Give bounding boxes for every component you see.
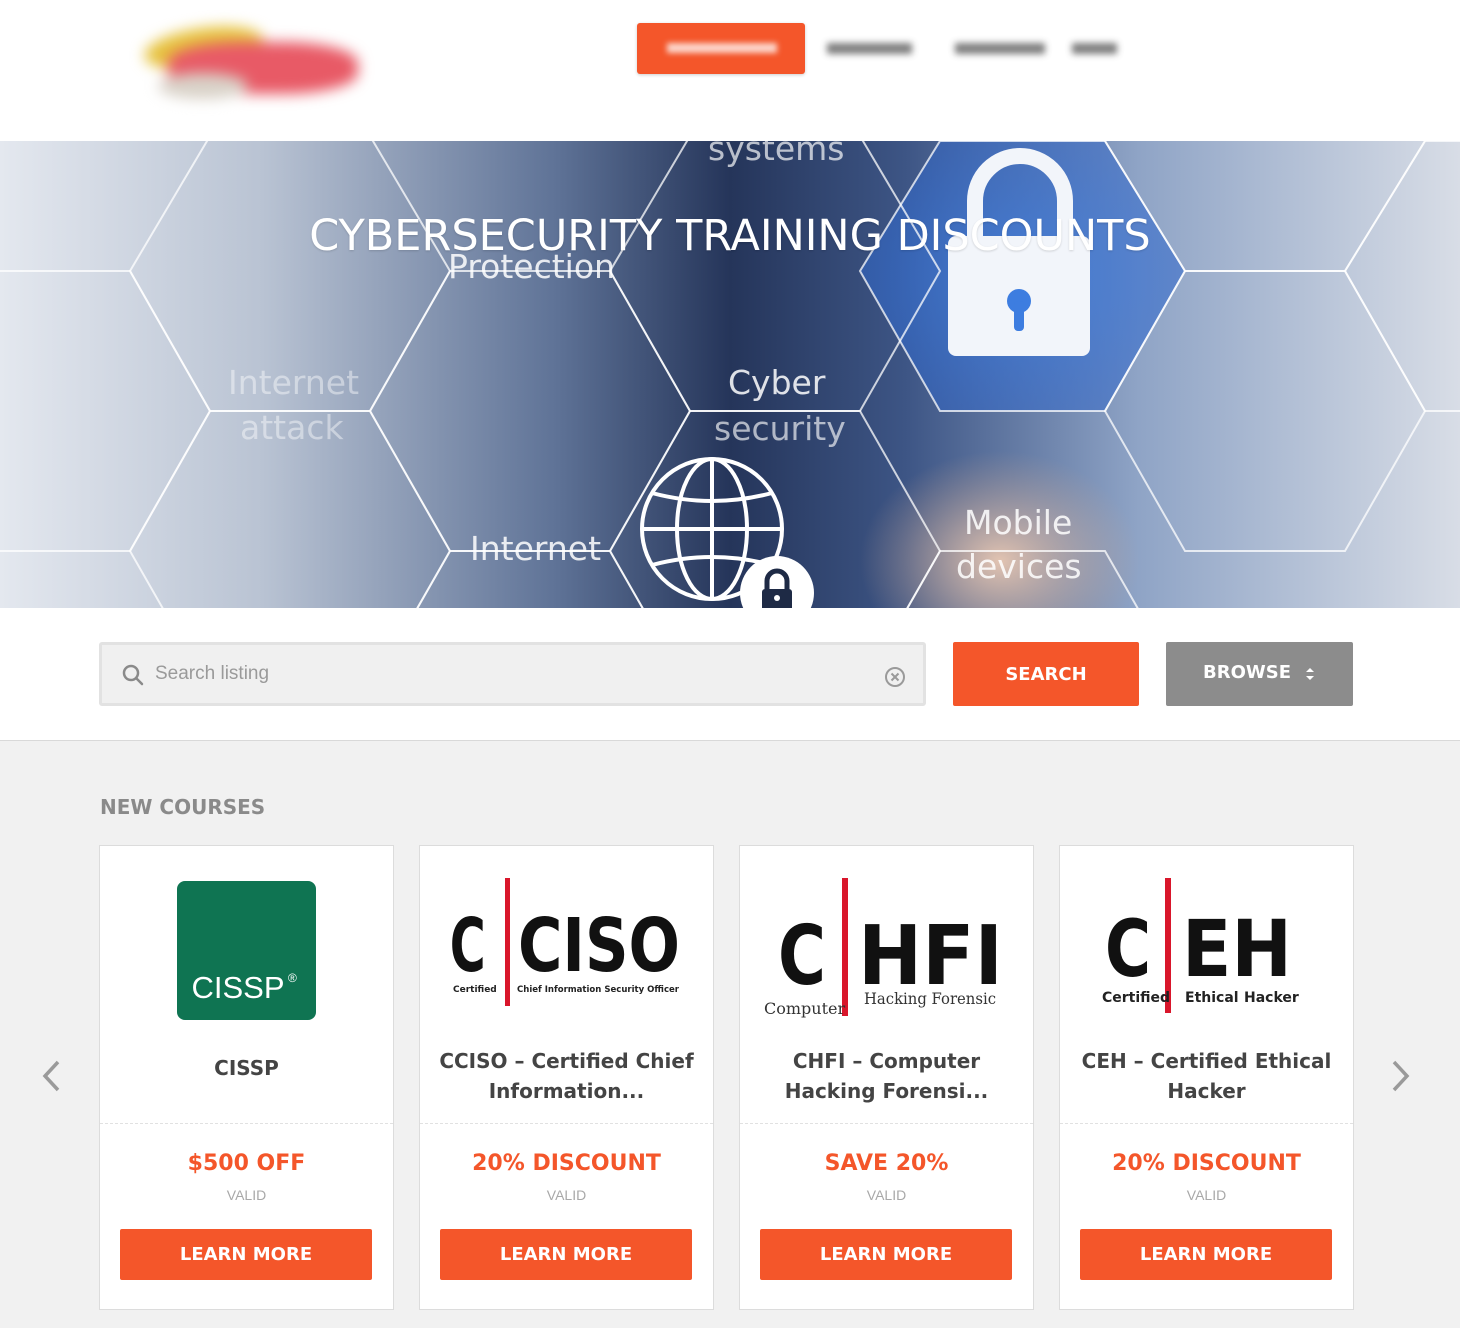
svg-text:Hacker: Hacker (1244, 990, 1299, 1006)
search-input[interactable] (155, 659, 855, 689)
svg-text:C: C (778, 909, 826, 1004)
chfi-logo: C HFI Computer Hacking Forensic (764, 878, 1003, 1018)
svg-text:®: ® (288, 971, 297, 985)
course-offer: 20% DISCOUNT (472, 1151, 661, 1176)
hero-banner: systems Protection Internet attack Cyber… (0, 141, 1460, 608)
card-divider (420, 1123, 713, 1124)
hero-word-internet-attack: Internet (228, 363, 360, 402)
svg-text:Computer: Computer (764, 999, 845, 1018)
svg-text:CISO: CISO (518, 903, 680, 989)
course-card: C CISO Certified Chief Information Secur… (419, 845, 714, 1310)
course-title[interactable]: CISSP (115, 1053, 378, 1083)
site-header (0, 0, 1460, 141)
svg-text:C: C (1105, 905, 1151, 995)
course-offer: $500 OFF (187, 1151, 306, 1176)
hero-title: CYBERSECURITY TRAINING DISCOUNTS (309, 211, 1151, 261)
course-valid: VALID (1186, 1187, 1227, 1203)
course-title[interactable]: CCISO – Certified Chief Information... (435, 1046, 698, 1106)
hero-word-mobile: Mobile (964, 503, 1073, 542)
card-divider (100, 1123, 393, 1124)
course-valid: VALID (546, 1187, 587, 1203)
svg-text:EH: EH (1182, 905, 1292, 995)
browse-dropdown-button[interactable]: BROWSE (1166, 642, 1353, 706)
learn-more-button[interactable]: LEARN MORE (440, 1229, 692, 1280)
hero-word-cyber: Cyber (728, 363, 826, 402)
search-bar-row: SEARCH BROWSE (0, 608, 1460, 741)
hero-word-devices: devices (956, 547, 1082, 586)
new-courses-heading: NEW COURSES (100, 795, 266, 819)
search-icon (122, 664, 144, 686)
svg-text:CISSP: CISSP (191, 970, 284, 1005)
browse-label: BROWSE (1203, 662, 1291, 683)
course-card: CISSP ® CISSP $500 OFF VALID LEARN MORE (99, 845, 394, 1310)
ceh-logo: C EH Certified Ethical Hacker (1102, 878, 1299, 1013)
search-button[interactable]: SEARCH (953, 642, 1139, 706)
course-title[interactable]: CHFI – Computer Hacking Forensi... (755, 1046, 1018, 1106)
site-logo[interactable] (138, 18, 368, 110)
course-valid: VALID (226, 1187, 267, 1203)
course-valid: VALID (866, 1187, 907, 1203)
chevron-right-icon[interactable] (1390, 1058, 1412, 1094)
hero-word-security: security (714, 409, 846, 448)
svg-text:Certified: Certified (1102, 990, 1170, 1006)
learn-more-button[interactable]: LEARN MORE (120, 1229, 372, 1280)
hero-word-internet: Internet (470, 529, 602, 568)
hero-word-attack: attack (240, 408, 344, 447)
svg-text:C: C (450, 903, 486, 989)
svg-text:Certified: Certified (453, 985, 497, 995)
sort-icon (1306, 668, 1314, 680)
nav-item-3[interactable] (955, 43, 1045, 54)
cciso-logo: C CISO Certified Chief Information Secur… (450, 878, 680, 1006)
course-title[interactable]: CEH – Certified Ethical Hacker (1075, 1046, 1338, 1106)
card-divider (740, 1123, 1033, 1124)
learn-more-button[interactable]: LEARN MORE (1080, 1229, 1332, 1280)
svg-text:Hacking Forensic: Hacking Forensic (864, 989, 996, 1008)
nav-item-2[interactable] (827, 43, 912, 54)
course-card: C HFI Computer Hacking Forensic CHFI – C… (739, 845, 1034, 1310)
cissp-logo: CISSP ® (177, 881, 316, 1020)
clear-icon[interactable] (883, 665, 907, 689)
hero-word-systems: systems (708, 141, 845, 168)
learn-more-button[interactable]: LEARN MORE (760, 1229, 1012, 1280)
nav-item-active[interactable] (637, 23, 805, 74)
course-card: C EH Certified Ethical Hacker CEH – Cert… (1059, 845, 1354, 1310)
svg-text:Ethical: Ethical (1185, 990, 1239, 1006)
nav-item-4[interactable] (1072, 43, 1117, 54)
svg-text:Chief Information Security Off: Chief Information Security Officer (517, 985, 680, 995)
search-box (99, 642, 926, 706)
card-divider (1060, 1123, 1353, 1124)
chevron-left-icon[interactable] (40, 1058, 62, 1094)
course-offer: SAVE 20% (824, 1151, 949, 1176)
course-offer: 20% DISCOUNT (1112, 1151, 1301, 1176)
